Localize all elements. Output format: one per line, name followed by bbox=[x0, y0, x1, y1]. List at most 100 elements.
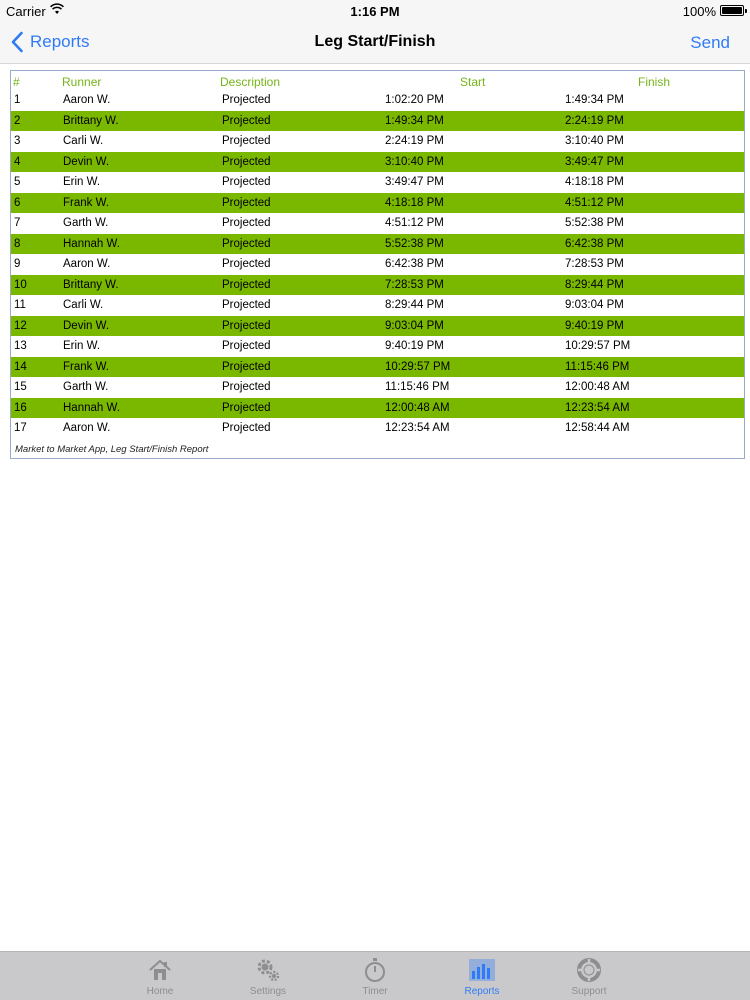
row-finish: 10:29:57 PM bbox=[565, 340, 631, 352]
row-finish: 3:49:47 PM bbox=[565, 155, 624, 168]
row-number: 10 bbox=[14, 278, 27, 291]
row-number: 5 bbox=[14, 176, 21, 188]
row-number: 13 bbox=[14, 340, 27, 352]
header-number: # bbox=[13, 75, 20, 89]
table-row: 10 Brittany W. Projected 7:28:53 PM 8:29:44 … bbox=[11, 274, 744, 295]
row-finish: 3:10:40 PM bbox=[565, 135, 624, 147]
row-number: 3 bbox=[14, 135, 21, 147]
row-start: 3:10:40 PM bbox=[385, 155, 444, 168]
row-runner: Garth W. bbox=[63, 381, 109, 393]
header-description: Description bbox=[220, 75, 281, 89]
row-runner: Devin W. bbox=[63, 155, 110, 168]
page-title: Leg Start/Finish bbox=[314, 33, 436, 50]
row-start: 12:23:54 AM bbox=[385, 422, 450, 434]
row-start: 8:29:44 PM bbox=[385, 299, 444, 311]
row-number: 16 bbox=[14, 401, 27, 414]
leg-report: # Runner Description Start Finish 1 Aaron… bbox=[10, 70, 745, 459]
row-number: 7 bbox=[14, 217, 21, 229]
table-row: 1 Aaron W. Projected 1:02:20 PM 1:49:34 PM bbox=[11, 90, 744, 111]
table-row: 4 Devin W. Projected 3:10:40 PM 3:49:47 PM bbox=[11, 151, 744, 172]
row-description: Projected bbox=[222, 155, 271, 168]
header-finish: Finish bbox=[638, 75, 671, 89]
table-row: 6 Frank W. Projected 4:18:18 PM 4:51:12 PM bbox=[11, 192, 744, 213]
tab-timer[interactable]: Timer bbox=[335, 954, 415, 1000]
report-header-row: # Runner Description Start Finish bbox=[11, 71, 744, 90]
row-description: Projected bbox=[222, 176, 271, 188]
row-runner: Devin W. bbox=[63, 319, 110, 332]
row-finish: 1:49:34 PM bbox=[565, 94, 624, 106]
row-number: 6 bbox=[14, 196, 21, 209]
row-number: 8 bbox=[14, 237, 21, 250]
report-footer-note: Market to Market App, Leg Start/Finish R… bbox=[15, 444, 209, 455]
row-description: Projected bbox=[222, 258, 271, 270]
report-rows: 1 Aaron W. Projected 1:02:20 PM 1:49:34 PM 2 B… bbox=[11, 90, 744, 439]
row-start: 6:42:38 PM bbox=[385, 258, 444, 270]
header-runner: Runner bbox=[62, 75, 102, 89]
row-finish: 12:23:54 AM bbox=[565, 401, 630, 414]
status-bar: Carrier 1:16 PM 100% bbox=[0, 0, 750, 22]
row-runner: Brittany W. bbox=[63, 278, 119, 291]
row-description: Projected bbox=[222, 319, 271, 332]
row-description: Projected bbox=[222, 360, 271, 373]
status-time: 1:16 PM bbox=[350, 4, 400, 19]
tab-reports-label: Reports bbox=[464, 986, 500, 997]
row-finish: 7:28:53 PM bbox=[565, 258, 624, 270]
tab-home-label: Home bbox=[146, 986, 174, 997]
row-start: 10:29:57 PM bbox=[385, 360, 451, 373]
row-finish: 9:40:19 PM bbox=[565, 319, 624, 332]
row-runner: Brittany W. bbox=[63, 114, 119, 127]
table-row: 17 Aaron W. Projected 12:23:54 AM 12:58:44 A… bbox=[11, 418, 744, 439]
tab-support[interactable]: Support bbox=[549, 954, 629, 1000]
row-description: Projected bbox=[222, 114, 271, 127]
row-number: 14 bbox=[14, 360, 27, 373]
top-bar: Carrier 1:16 PM 100% Reports Leg Start/F… bbox=[0, 0, 750, 64]
row-runner: Hannah W. bbox=[63, 237, 120, 250]
row-runner: Frank W. bbox=[63, 196, 110, 209]
row-runner: Aaron W. bbox=[63, 258, 111, 270]
row-start: 5:52:38 PM bbox=[385, 237, 444, 250]
row-start: 1:02:20 PM bbox=[385, 94, 444, 106]
table-row: 16 Hannah W. Projected 12:00:48 AM 12:23:54 … bbox=[11, 397, 744, 418]
row-finish: 12:00:48 AM bbox=[565, 381, 630, 393]
row-finish: 5:52:38 PM bbox=[565, 217, 624, 229]
table-row: 12 Devin W. Projected 9:03:04 PM 9:40:19 PM bbox=[11, 315, 744, 336]
row-description: Projected bbox=[222, 196, 271, 209]
table-row: 5 Erin W. Projected 3:49:47 PM 4:18:18 PM bbox=[11, 172, 744, 193]
tab-settings[interactable]: Settings bbox=[228, 954, 308, 1000]
battery-icon bbox=[720, 5, 747, 16]
send-button[interactable]: Send bbox=[690, 33, 730, 53]
table-row: 8 Hannah W. Projected 5:52:38 PM 6:42:38 PM bbox=[11, 233, 744, 254]
row-start: 7:28:53 PM bbox=[385, 278, 444, 291]
row-description: Projected bbox=[222, 135, 271, 147]
gears-icon bbox=[257, 959, 280, 982]
table-row: 7 Garth W. Projected 4:51:12 PM 5:52:38 PM bbox=[11, 213, 744, 234]
row-number: 17 bbox=[14, 422, 27, 434]
row-finish: 4:51:12 PM bbox=[565, 196, 624, 209]
row-start: 4:18:18 PM bbox=[385, 196, 444, 209]
row-runner: Aaron W. bbox=[63, 94, 111, 106]
bar-chart-icon bbox=[469, 959, 495, 981]
row-finish: 4:18:18 PM bbox=[565, 176, 624, 188]
row-runner: Carli W. bbox=[63, 135, 104, 147]
row-number: 9 bbox=[14, 258, 21, 270]
row-start: 1:49:34 PM bbox=[385, 114, 444, 127]
tab-support-label: Support bbox=[571, 986, 607, 997]
tab-reports[interactable]: Reports bbox=[442, 954, 522, 1000]
row-start: 2:24:19 PM bbox=[385, 135, 444, 147]
row-finish: 12:58:44 AM bbox=[565, 422, 630, 434]
tab-home[interactable]: Home bbox=[120, 954, 200, 1000]
row-runner: Garth W. bbox=[63, 217, 109, 229]
row-description: Projected bbox=[222, 237, 271, 250]
row-finish: 9:03:04 PM bbox=[565, 299, 624, 311]
stopwatch-icon bbox=[365, 958, 385, 982]
row-description: Projected bbox=[222, 278, 271, 291]
row-runner: Hannah W. bbox=[63, 401, 120, 414]
navigation-bar: Reports Leg Start/Finish Send bbox=[0, 22, 750, 64]
table-row: 15 Garth W. Projected 11:15:46 PM 12:00:48 A… bbox=[11, 377, 744, 398]
row-runner: Frank W. bbox=[63, 360, 110, 373]
row-finish: 8:29:44 PM bbox=[565, 278, 624, 291]
tab-bar: Home Settings Timer Reports Support bbox=[0, 951, 750, 1000]
row-number: 1 bbox=[14, 94, 21, 106]
table-row: 2 Brittany W. Projected 1:49:34 PM 2:24:19 P… bbox=[11, 110, 744, 131]
header-start: Start bbox=[460, 75, 486, 89]
